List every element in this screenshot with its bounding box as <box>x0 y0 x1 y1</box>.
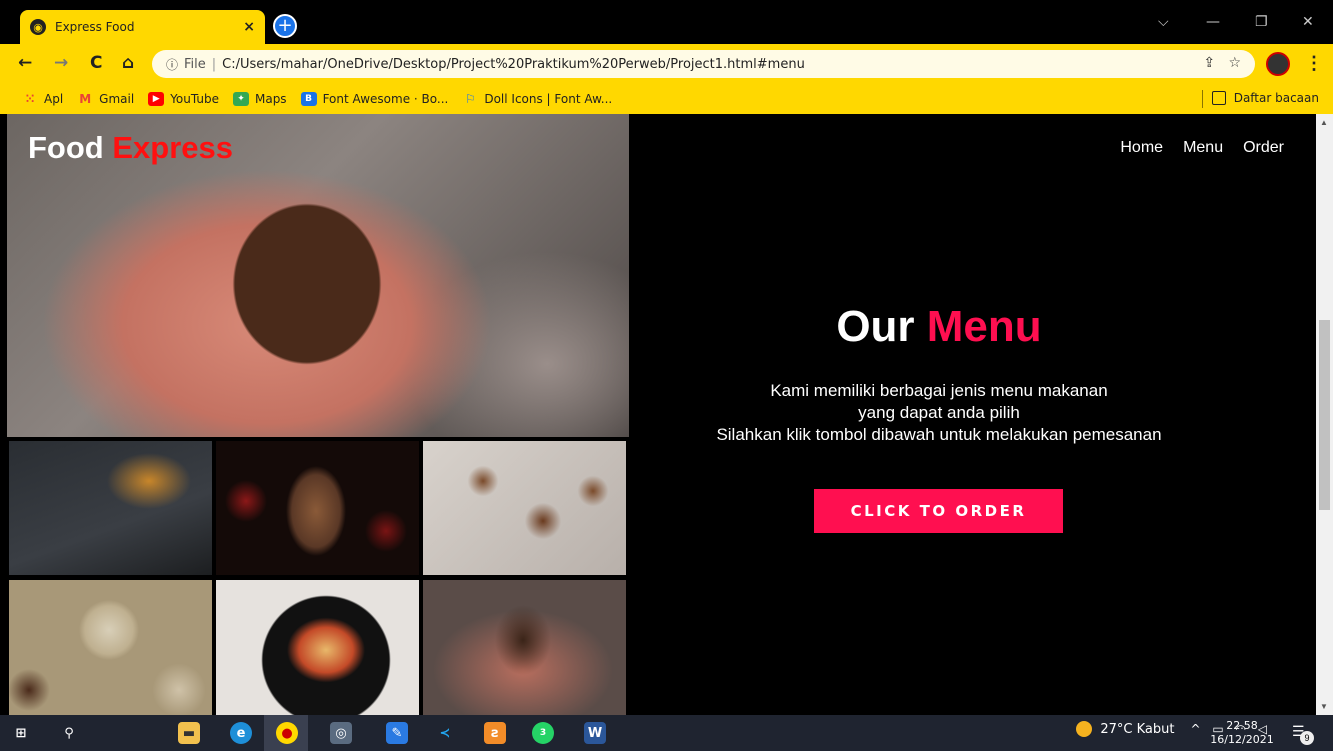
clock-date: 16/12/2021 <box>1210 733 1274 746</box>
bookmark-doll-icons[interactable]: ⚐ Doll Icons | Font Aw... <box>462 92 612 106</box>
reading-list-icon <box>1211 91 1226 105</box>
bookmark-label: Font Awesome · Bo... <box>322 92 449 106</box>
gmail-icon: M <box>79 92 92 106</box>
info-icon[interactable]: ⓘ <box>166 56 178 73</box>
section-heading: Our Menu <box>629 302 1249 352</box>
nav-link-order[interactable]: Order <box>1243 139 1284 157</box>
logo-text-part2: Express <box>112 130 234 165</box>
reading-list-label: Daftar bacaan <box>1233 91 1319 105</box>
file-explorer-icon[interactable]: ▬ <box>178 722 200 744</box>
nav-link-menu[interactable]: Menu <box>1183 139 1223 157</box>
bookmark-font-awesome-bootstrap[interactable]: B Font Awesome · Bo... <box>300 92 449 106</box>
url-scheme: File <box>184 56 206 72</box>
chrome-icon[interactable]: ● <box>276 722 298 744</box>
url-separator: | <box>211 56 217 72</box>
tab-title: Express Food <box>55 20 135 34</box>
food-gallery <box>7 114 629 715</box>
description-line-3: Silahkan klik tombol dibawah untuk melak… <box>716 425 1162 444</box>
gallery-image-1 <box>9 441 212 575</box>
bookmark-youtube[interactable]: ▶ YouTube <box>148 92 219 106</box>
whatsapp-icon[interactable]: 3 <box>532 722 554 744</box>
scrollbar-thumb[interactable] <box>1319 320 1330 510</box>
notepad-icon[interactable]: ✎ <box>386 722 408 744</box>
scroll-up-icon[interactable]: ▲ <box>1320 118 1328 127</box>
maps-icon: ✦ <box>232 92 249 106</box>
heading-part2: Menu <box>926 302 1042 351</box>
site-logo[interactable]: Food Express <box>28 130 233 166</box>
windows-start-icon[interactable]: ⊞ <box>10 722 32 744</box>
back-button[interactable]: ← <box>18 53 32 73</box>
search-icon[interactable]: ⚲ <box>58 722 80 744</box>
restore-button[interactable]: ❐ <box>1255 14 1268 30</box>
reload-button[interactable]: C <box>90 53 102 73</box>
youtube-icon: ▶ <box>148 92 165 106</box>
gallery-image-6 <box>423 580 626 715</box>
profile-avatar[interactable] <box>1266 52 1290 76</box>
gallery-image-4 <box>9 580 212 715</box>
app-icon[interactable]: ◎ <box>330 722 352 744</box>
browser-tabstrip: ◉ Express Food × + ⌵ — ❐ ✕ <box>0 0 1333 44</box>
bookmark-label: Maps <box>254 92 287 106</box>
site-nav: Home Menu Order <box>1120 139 1284 157</box>
bookmark-label: Doll Icons | Font Aw... <box>484 92 613 106</box>
nav-link-home[interactable]: Home <box>1120 139 1163 157</box>
logo-text-part1: Food <box>28 130 104 165</box>
windows-taskbar: ⊞ ⚲ ▬ e ● ◎ ✎ ≺ ƨ 3 W 27°C Kabut ^ ▭ ◠ ◁… <box>0 715 1333 751</box>
section-description: Kami memiliki berbagai jenis menu makana… <box>629 380 1249 446</box>
bootstrap-icon: B <box>300 92 317 106</box>
gallery-image-3 <box>423 441 626 575</box>
flag-icon: ⚐ <box>464 92 476 106</box>
taskbar-clock[interactable]: 22.58 16/12/2021 <box>1204 719 1280 747</box>
edge-icon[interactable]: e <box>230 722 252 744</box>
globe-icon: ◉ <box>30 19 46 35</box>
close-window-button[interactable]: ✕ <box>1302 14 1314 30</box>
vscode-icon[interactable]: ≺ <box>434 722 456 744</box>
clock-time: 22.58 <box>1226 719 1258 732</box>
new-tab-button[interactable]: + <box>273 14 297 38</box>
address-bar[interactable]: ⓘ File | C:/Users/mahar/OneDrive/Desktop… <box>152 50 1255 78</box>
notification-center-icon[interactable]: ☰ 9 <box>1292 723 1314 745</box>
gallery-image-2 <box>216 441 419 575</box>
bookmarks-divider <box>1202 90 1203 108</box>
browser-toolbar: ← → C ⌂ ⓘ File | C:/Users/mahar/OneDrive… <box>0 44 1333 84</box>
bookmark-label: Apl <box>44 92 64 106</box>
menu-kebab-icon[interactable]: ⋮ <box>1305 53 1323 74</box>
gallery-image-5 <box>216 580 419 715</box>
menu-section: Our Menu Kami memiliki berbagai jenis me… <box>629 114 1316 715</box>
click-to-order-button[interactable]: CLICK TO ORDER <box>814 489 1063 533</box>
home-button[interactable]: ⌂ <box>122 53 134 73</box>
tab-search-icon[interactable]: ⌵ <box>1158 14 1169 30</box>
description-line-2: yang dapat anda pilih <box>858 403 1020 422</box>
page-scrollbar[interactable]: ▲ ▼ <box>1316 114 1333 715</box>
xampp-icon[interactable]: ƨ <box>484 722 506 744</box>
bookmark-gmail[interactable]: M Gmail <box>77 92 134 106</box>
share-star-icons[interactable]: ⇪ ☆ <box>1203 55 1241 71</box>
notification-badge: 9 <box>1300 731 1314 745</box>
bookmark-maps[interactable]: ✦ Maps <box>232 92 287 106</box>
page-viewport: Food Express Home Menu Order Our Menu Ka… <box>0 114 1316 715</box>
minimize-button[interactable]: — <box>1206 14 1220 30</box>
scroll-down-icon[interactable]: ▼ <box>1320 702 1328 711</box>
whatsapp-badge: 3 <box>539 728 547 738</box>
bookmark-label: Gmail <box>99 92 135 106</box>
apps-grid-icon: ⁙ <box>24 92 36 106</box>
heading-part1: Our <box>836 302 915 351</box>
tab-close-icon[interactable]: × <box>243 19 255 35</box>
reading-list-button[interactable]: Daftar bacaan <box>1211 91 1319 105</box>
forward-button[interactable]: → <box>54 53 68 73</box>
browser-tab[interactable]: ◉ Express Food × <box>20 10 265 44</box>
word-icon[interactable]: W <box>584 722 606 744</box>
weather-text: 27°C Kabut <box>1100 721 1175 737</box>
bookmark-apl[interactable]: ⁙ Apl <box>22 92 63 106</box>
description-line-1: Kami memiliki berbagai jenis menu makana… <box>770 381 1108 400</box>
bookmarks-bar: ⁙ Apl M Gmail ▶ YouTube ✦ Maps B Font Aw… <box>0 84 1333 114</box>
bookmark-label: YouTube <box>170 92 219 106</box>
url-text[interactable]: C:/Users/mahar/OneDrive/Desktop/Project%… <box>222 57 805 72</box>
weather-icon <box>1076 721 1093 737</box>
